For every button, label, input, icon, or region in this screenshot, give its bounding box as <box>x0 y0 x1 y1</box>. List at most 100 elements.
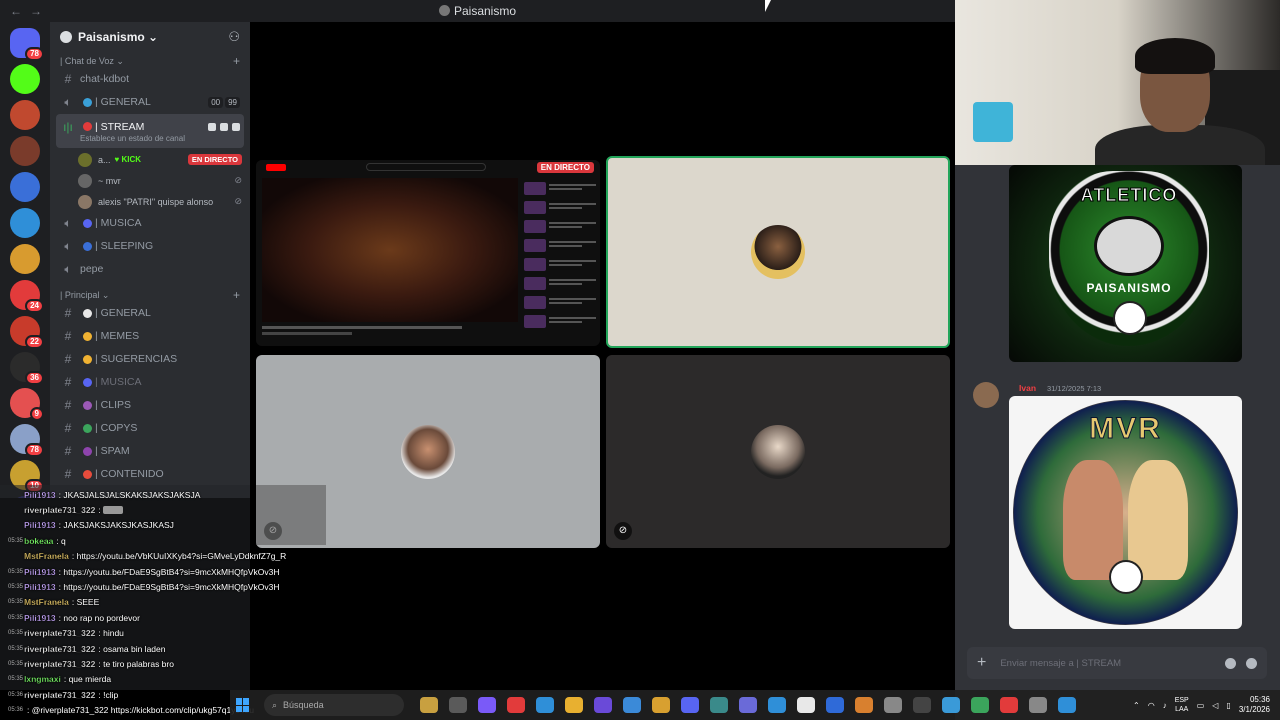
server-header[interactable]: Paisanismo ⌄ ⚇ <box>50 22 250 52</box>
sticker-icon[interactable] <box>1246 657 1257 669</box>
hashtag-icon: # <box>64 306 72 320</box>
server-icon[interactable]: 78 <box>10 28 44 61</box>
taskbar-app-icon[interactable] <box>855 697 873 713</box>
attachment-image-mvr[interactable]: MVR <box>1009 396 1242 629</box>
taskbar-app-icon[interactable] <box>420 697 438 713</box>
video-thumbnail <box>524 296 546 309</box>
volume-icon[interactable]: ◁ <box>1212 701 1218 710</box>
taskbar-app-icon[interactable] <box>507 697 525 713</box>
taskbar-app-icon[interactable] <box>826 697 844 713</box>
mic-icon[interactable]: ♪ <box>1163 701 1167 710</box>
taskbar-app-icon[interactable] <box>681 697 699 713</box>
network-icon[interactable]: ▭ <box>1197 701 1205 710</box>
channel-chat-kdbot[interactable]: # chat-kdbot <box>56 68 244 90</box>
category-voice[interactable]: | Chat de Voz ⌄ + <box>50 54 250 68</box>
chat-text: : noo rap no pordevor <box>58 612 140 623</box>
attachment-image-atletico[interactable]: ATLETICO PAISANISMO <box>1009 165 1242 362</box>
windows-start-icon[interactable] <box>236 698 250 712</box>
text-channel[interactable]: # | COPYS <box>56 417 244 439</box>
taskbar-app-icon[interactable] <box>652 697 670 713</box>
taskbar-app-icon[interactable] <box>594 697 612 713</box>
video-thumbnail <box>524 239 546 252</box>
invite-member-icon[interactable]: ⚇ <box>228 29 240 45</box>
channel-status[interactable]: Establece un estado de canal <box>60 134 240 143</box>
taskbar-app-icon[interactable] <box>797 697 815 713</box>
voice-user[interactable]: alexis "PATRI" quispe alonso ⊘ <box>78 191 242 212</box>
taskbar-app-icon[interactable] <box>536 697 554 713</box>
channel-label: | MUSICA <box>95 376 142 388</box>
taskbar-app-icon[interactable] <box>971 697 989 713</box>
taskbar-app-icon[interactable] <box>710 697 728 713</box>
forward-arrow-icon[interactable]: → <box>30 4 42 18</box>
count-limit: 99 <box>225 96 240 108</box>
server-icon[interactable]: 9 <box>10 388 44 421</box>
wifi-icon[interactable]: ◠ <box>1148 701 1155 710</box>
server-icon[interactable] <box>10 172 40 202</box>
text-channel[interactable]: # | SUGERENCIAS <box>56 348 244 370</box>
monkey-mascot-icon <box>1094 216 1164 276</box>
text-channel[interactable]: # | MUSICA <box>56 371 244 393</box>
hashtag-icon: # <box>64 444 72 458</box>
server-icon[interactable]: 78 <box>10 424 44 457</box>
server-icon[interactable] <box>10 100 40 130</box>
channel-musica-voice[interactable]: 🔈︎ | MUSICA <box>56 212 244 234</box>
taskbar-app-icon[interactable] <box>942 697 960 713</box>
taskbar-app-icon[interactable] <box>884 697 902 713</box>
composer-placeholder: Enviar mensaje a | STREAM <box>1000 657 1122 669</box>
taskbar-app-icon[interactable] <box>768 697 786 713</box>
server-icon[interactable] <box>10 244 40 274</box>
server-icon[interactable] <box>10 136 40 166</box>
taskbar-app-icon[interactable] <box>449 697 467 713</box>
channel-sleeping-voice[interactable]: 🔈︎ | SLEEPING <box>56 235 244 257</box>
speaker-icon: 🔈︎ <box>64 215 72 230</box>
emoji-icon[interactable] <box>1225 657 1236 669</box>
text-channel[interactable]: # | MEMES <box>56 325 244 347</box>
add-channel-icon[interactable]: + <box>233 54 240 68</box>
channel-stream-voice[interactable]: ı|ı | STREAM Establece un estado de cana… <box>56 114 244 148</box>
taskbar-app-icon[interactable] <box>478 697 496 713</box>
server-icon[interactable] <box>10 208 40 238</box>
voice-user[interactable]: ~ mvr ⊘ <box>78 170 242 191</box>
text-channel[interactable]: # | CLIPS <box>56 394 244 416</box>
taskbar-app-icon[interactable] <box>565 697 583 713</box>
clock[interactable]: 05:36 3/1/2026 <box>1239 695 1270 715</box>
taskbar-app-icon[interactable] <box>1029 697 1047 713</box>
taskbar-search[interactable]: ⌕ Búsqueda <box>264 694 404 716</box>
language-indicator[interactable]: ESP LAA <box>1175 696 1189 714</box>
deafened-icon: ⊘ <box>234 196 242 206</box>
text-channel[interactable]: # | SPAM <box>56 440 244 462</box>
taskbar-app-icon[interactable] <box>623 697 641 713</box>
screen-share-tile[interactable]: EN DIRECTO <box>256 160 600 346</box>
back-arrow-icon[interactable]: ← <box>10 4 22 18</box>
taskbar-app-icon[interactable] <box>1000 697 1018 713</box>
category-principal[interactable]: | Principal ⌄ + <box>50 288 250 302</box>
taskbar-app-icon[interactable] <box>739 697 757 713</box>
text-channel[interactable]: # | GENERAL <box>56 302 244 324</box>
participant-tile[interactable]: ⊘ <box>606 355 950 548</box>
attach-plus-icon[interactable]: + <box>977 654 986 672</box>
message-author[interactable]: Ivan <box>1019 383 1036 393</box>
voice-user[interactable]: a... ♥ KICK EN DIRECTO <box>78 149 242 170</box>
stream-chat-line: 05:35 Pili1913: https://youtu.be/FDaE9SgB… <box>8 564 338 579</box>
server-icon[interactable] <box>10 64 40 94</box>
author-avatar[interactable] <box>973 382 999 408</box>
add-channel-icon[interactable]: + <box>233 288 240 302</box>
server-icon[interactable]: 22 <box>10 316 44 349</box>
taskbar-app-icon[interactable] <box>913 697 931 713</box>
participant-tile-speaking[interactable] <box>606 156 950 348</box>
hashtag-icon: # <box>64 398 72 412</box>
message-composer[interactable]: + Enviar mensaje a | STREAM <box>967 647 1267 679</box>
server-icon[interactable]: 24 <box>10 280 44 313</box>
server-icon[interactable]: 36 <box>10 352 44 385</box>
add-user-icon[interactable] <box>220 122 228 131</box>
channel-emoji-icon <box>83 308 92 318</box>
channel-general-voice[interactable]: 🔈︎ | GENERAL 00 99 <box>56 91 244 113</box>
chat-bubble-icon[interactable] <box>208 122 216 131</box>
channel-pepe-voice[interactable]: 🔈︎ pepe <box>56 258 244 280</box>
chevron-up-icon[interactable]: ⌃ <box>1133 701 1140 710</box>
taskbar-app-icon[interactable] <box>1058 697 1076 713</box>
chat-username: riverplate731_322 <box>24 628 96 639</box>
settings-gear-icon[interactable] <box>232 122 240 131</box>
text-channel[interactable]: # | CONTENIDO <box>56 463 244 485</box>
battery-icon[interactable]: ▯ <box>1226 701 1230 710</box>
